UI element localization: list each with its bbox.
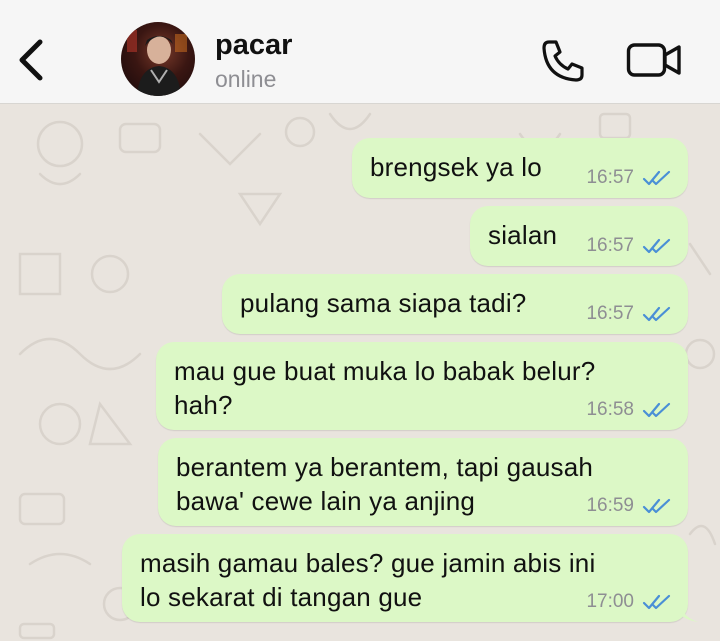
outgoing-message-bubble[interactable]: pulang sama siapa tadi? 16:57 [222,274,688,334]
read-receipt-icon [642,594,671,610]
message-line: masih gamau bales? gue jamin abis ini [140,548,596,578]
contact-name[interactable]: pacar [215,29,292,62]
outgoing-message-bubble[interactable]: brengsek ya lo 16:57 [352,138,688,198]
message-time: 17:00 [586,591,634,612]
message-meta: 16:57 [586,166,672,190]
message-list[interactable]: brengsek ya lo 16:57 sialan 16:57 pulang sam… [0,104,720,641]
avatar[interactable] [121,22,195,96]
message-time: 16:57 [586,235,634,256]
outgoing-message-bubble[interactable]: mau gue buat muka lo babak belur? hah? 16:… [156,342,688,430]
message-time: 16:57 [586,167,634,188]
outgoing-message-bubble[interactable]: berantem ya berantem, tapi gausah bawa' c… [158,438,688,526]
chat-header: pacar online [0,0,720,104]
avatar-image [127,30,187,96]
message-meta: 16:58 [586,398,672,422]
read-receipt-icon [642,238,671,254]
phone-icon[interactable] [540,38,586,84]
message-meta: 16:59 [586,494,672,518]
read-receipt-icon [642,170,671,186]
read-receipt-icon [642,306,671,322]
outgoing-message-bubble[interactable]: masih gamau bales? gue jamin abis ini lo … [122,534,698,622]
message-time: 16:58 [586,399,634,420]
message-meta: 16:57 [586,302,672,326]
message-time: 16:59 [586,495,634,516]
chevron-left-icon[interactable] [14,38,48,82]
video-camera-icon[interactable] [626,40,682,80]
read-receipt-icon [642,402,671,418]
message-meta: 17:00 [586,590,672,614]
message-line: berantem ya berantem, tapi gausah [176,452,594,482]
message-line: mau gue buat muka lo babak belur? [174,356,596,386]
contact-status: online [215,66,277,92]
bubble-tail [678,598,698,622]
outgoing-message-bubble[interactable]: sialan 16:57 [470,206,688,266]
message-meta: 16:57 [586,234,672,258]
message-time: 16:57 [586,303,634,324]
read-receipt-icon [642,498,671,514]
